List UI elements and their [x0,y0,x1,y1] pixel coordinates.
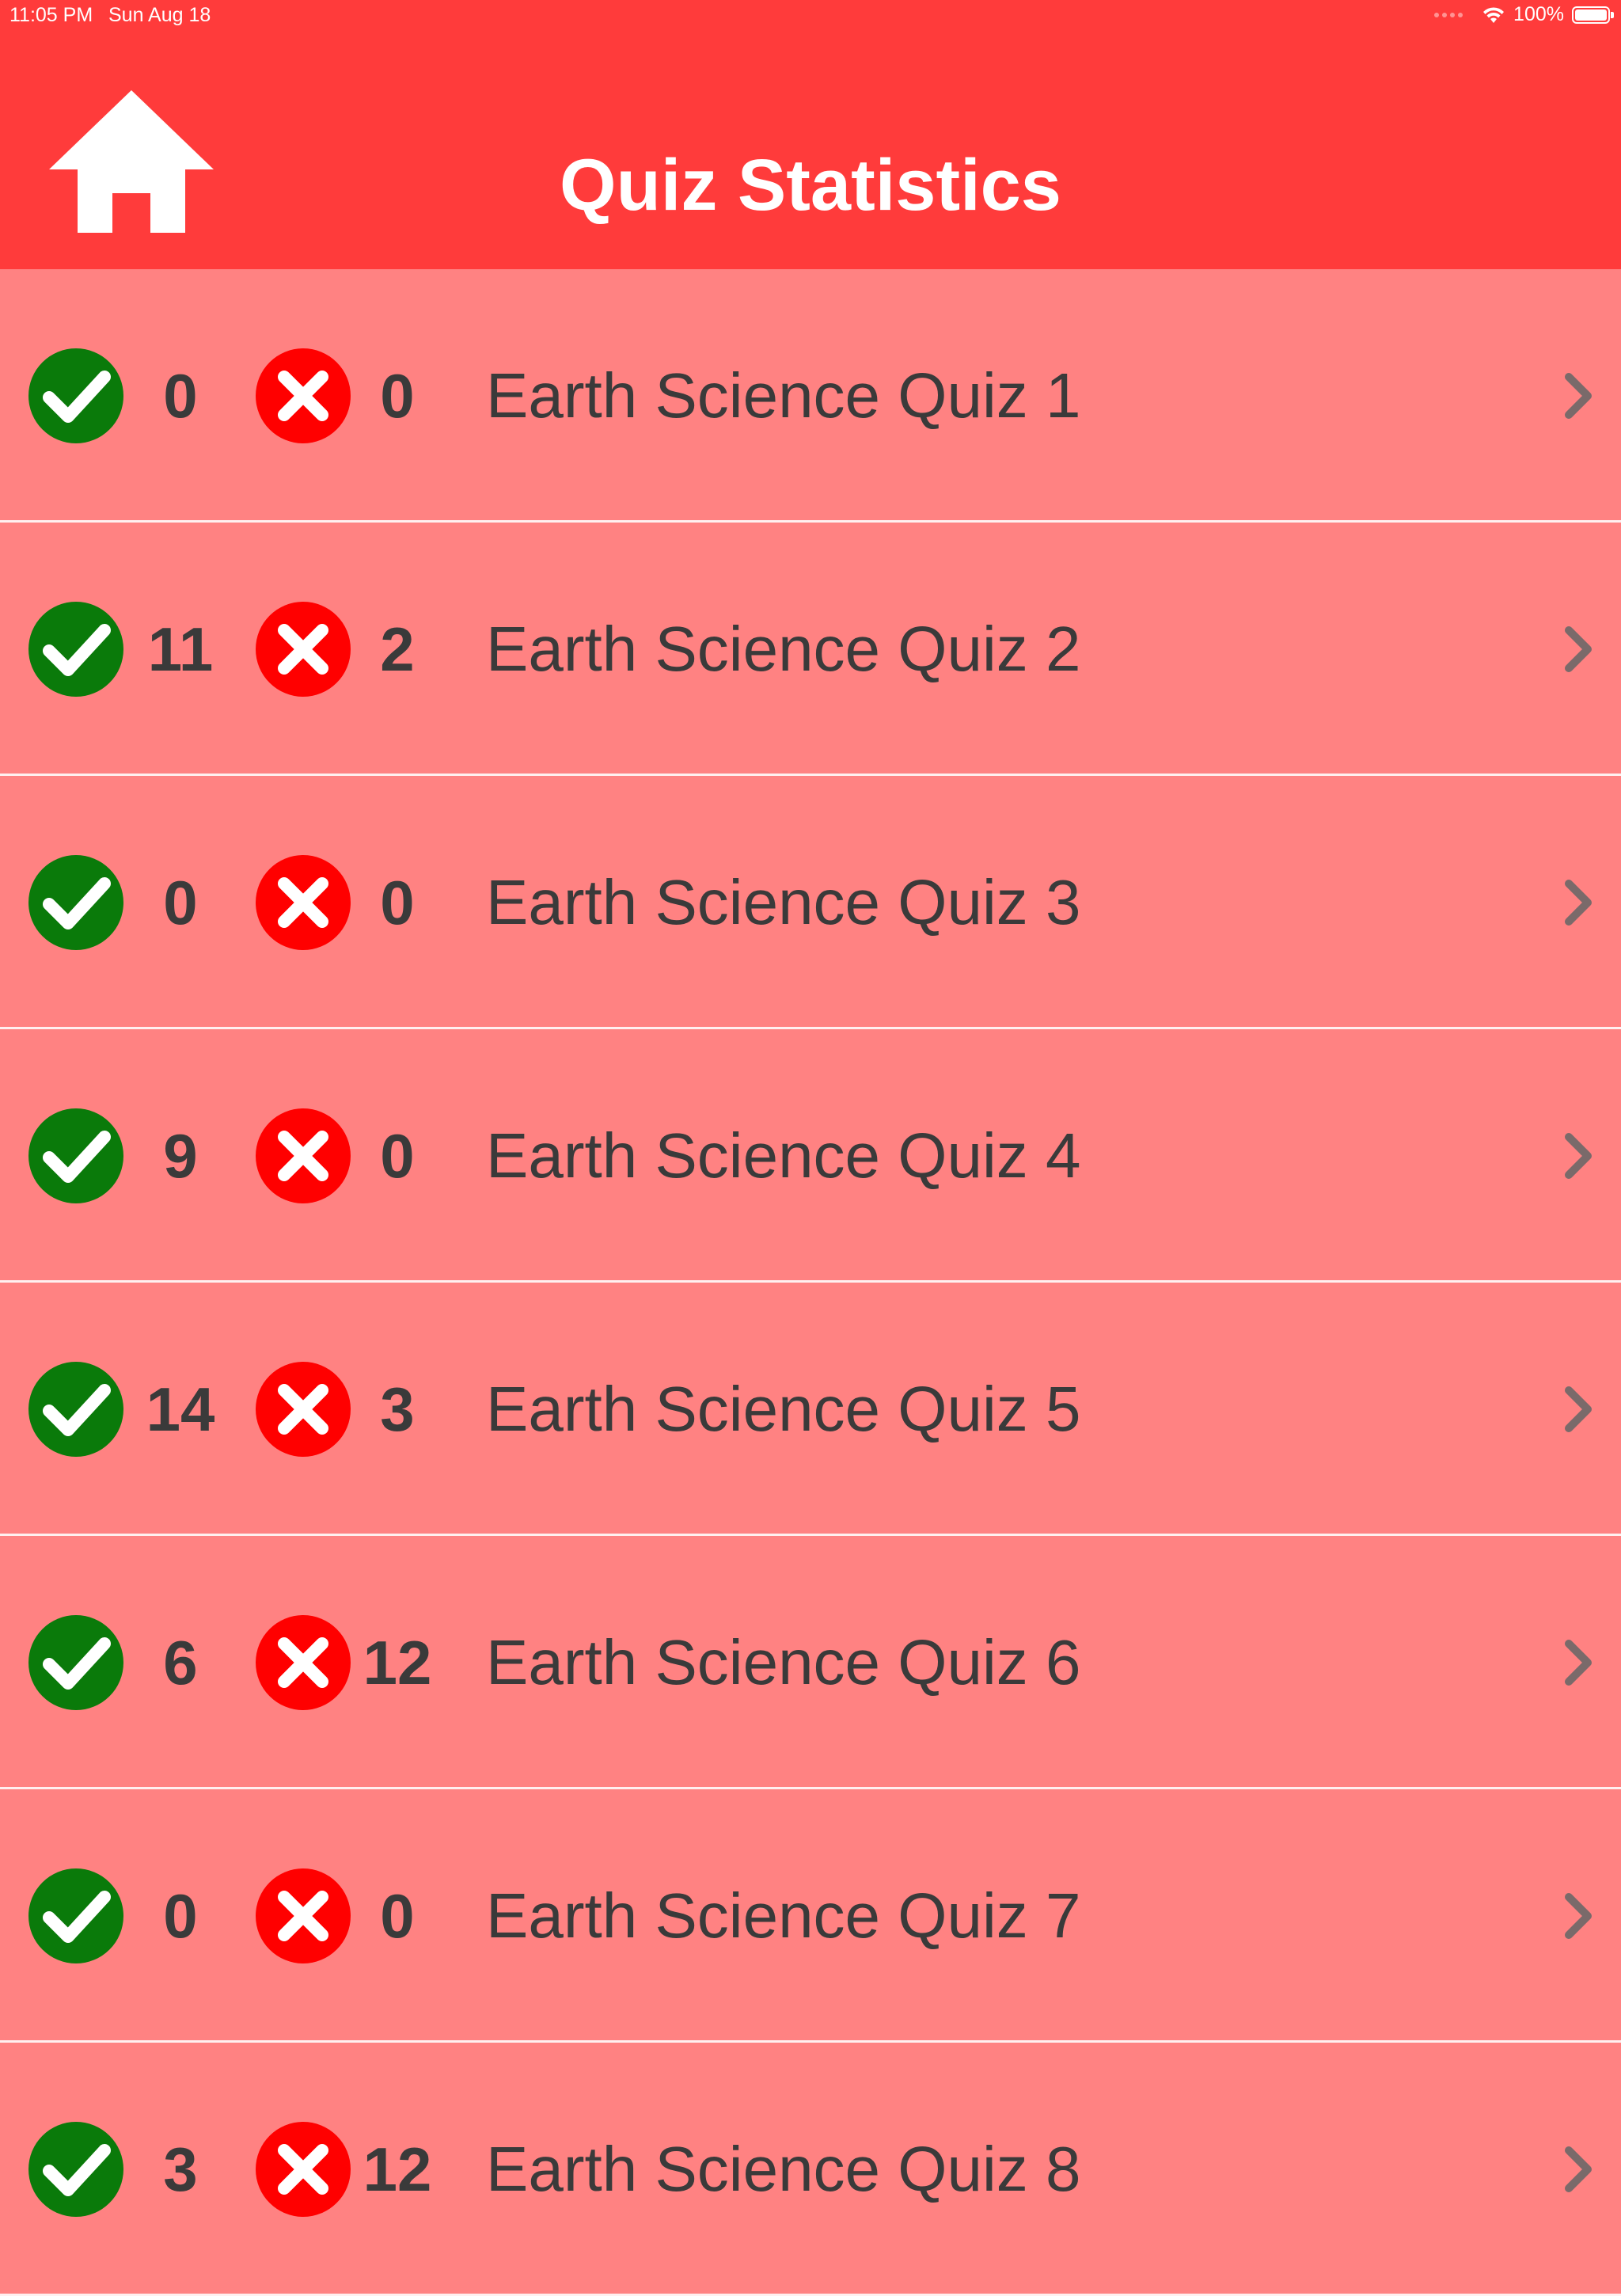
chevron-right-icon [1562,624,1594,675]
quiz-row-3[interactable]: 0 0 Earth Science Quiz 3 [0,776,1621,1029]
status-bar: 11:05 PM Sun Aug 18 100% [0,0,1621,32]
chevron-right-icon [1562,1131,1594,1181]
cellular-signal-icon [1434,12,1463,17]
quiz-name: Earth Science Quiz 3 [486,867,1081,937]
quiz-name: Earth Science Quiz 1 [486,360,1081,431]
correct-count: 3 [163,2134,198,2204]
battery-icon [1572,6,1614,24]
quiz-list: 0 0 Earth Science Quiz 1 11 2 Earth Scie… [0,269,1621,2296]
wrong-x-icon [256,855,351,950]
wrong-x-icon [256,602,351,697]
wrong-count: 0 [380,1121,415,1191]
correct-check-icon [28,1615,123,1710]
quiz-name: Earth Science Quiz 5 [486,1374,1081,1444]
quiz-name: Earth Science Quiz 8 [486,2134,1081,2204]
quiz-row-4[interactable]: 9 0 Earth Science Quiz 4 [0,1029,1621,1283]
correct-count: 14 [146,1374,215,1444]
wrong-x-icon [256,1362,351,1457]
quiz-name: Earth Science Quiz 7 [486,1880,1081,1951]
wrong-x-icon [256,2122,351,2217]
status-indicators: 100% [1434,3,1614,26]
wifi-icon [1483,6,1505,23]
correct-check-icon [28,1108,123,1203]
wrong-count: 0 [380,1881,415,1951]
correct-check-icon [28,1362,123,1457]
wrong-count: 12 [363,2134,432,2204]
correct-count: 6 [163,1628,198,1697]
status-time: 11:05 PM [9,4,93,26]
quiz-row-2[interactable]: 11 2 Earth Science Quiz 2 [0,523,1621,776]
correct-count: 0 [163,361,198,431]
page-title: Quiz Statistics [560,145,1061,226]
correct-check-icon [28,855,123,950]
wrong-count: 0 [380,361,415,431]
wrong-count: 12 [363,1628,432,1697]
correct-count: 11 [147,614,214,684]
status-date: Sun Aug 18 [108,4,211,26]
wrong-x-icon [256,1868,351,1963]
correct-count: 9 [163,1121,198,1191]
correct-count: 0 [163,868,198,937]
wrong-count: 2 [380,614,415,684]
correct-count: 0 [163,1881,198,1951]
wrong-count: 0 [380,868,415,937]
quiz-row-5[interactable]: 14 3 Earth Science Quiz 5 [0,1283,1621,1536]
correct-check-icon [28,2122,123,2217]
quiz-row-6[interactable]: 6 12 Earth Science Quiz 6 [0,1536,1621,1789]
navigation-bar: Quiz Statistics [0,32,1621,269]
correct-check-icon [28,1868,123,1963]
quiz-row-8[interactable]: 3 12 Earth Science Quiz 8 [0,2043,1621,2296]
chevron-right-icon [1562,1891,1594,1941]
chevron-right-icon [1562,877,1594,928]
wrong-x-icon [256,1108,351,1203]
quiz-name: Earth Science Quiz 6 [486,1627,1081,1697]
quiz-row-7[interactable]: 0 0 Earth Science Quiz 7 [0,1789,1621,2043]
wrong-count: 3 [380,1374,415,1444]
quiz-name: Earth Science Quiz 4 [486,1120,1081,1191]
chevron-right-icon [1562,1637,1594,1688]
quiz-row-1[interactable]: 0 0 Earth Science Quiz 1 [0,269,1621,523]
quiz-name: Earth Science Quiz 2 [486,614,1081,684]
chevron-right-icon [1562,2144,1594,2195]
wrong-x-icon [256,348,351,443]
battery-percent: 100% [1513,3,1564,25]
chevron-right-icon [1562,371,1594,421]
correct-check-icon [28,348,123,443]
chevron-right-icon [1562,1384,1594,1435]
correct-check-icon [28,602,123,697]
wrong-x-icon [256,1615,351,1710]
